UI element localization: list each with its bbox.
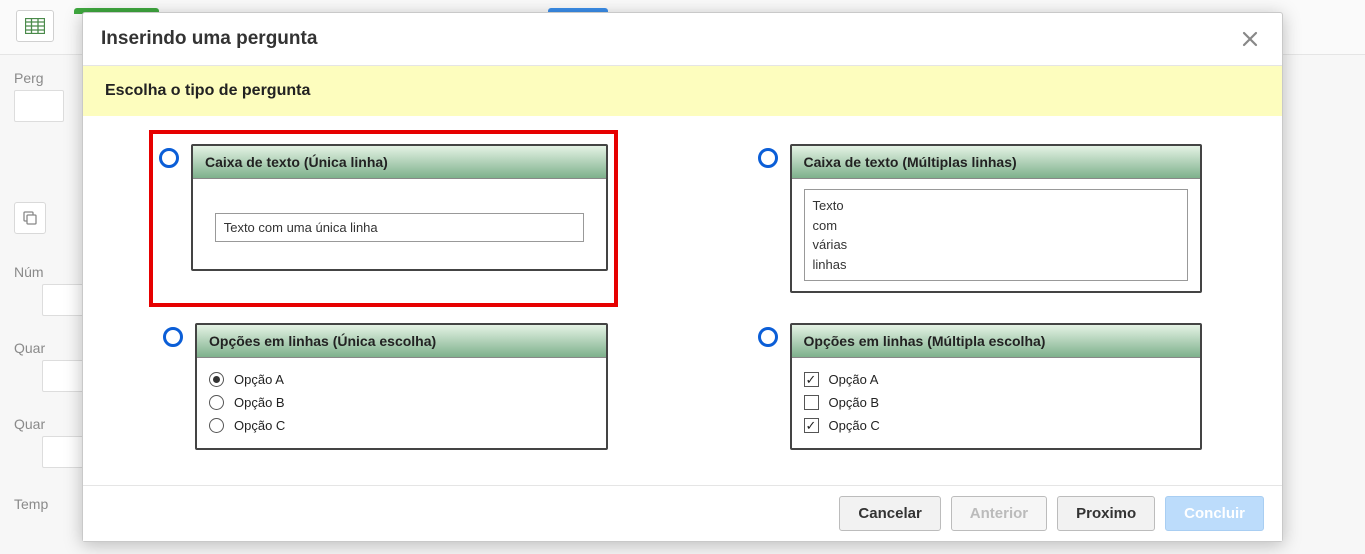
table-icon[interactable]	[16, 10, 54, 42]
question-type-grid: Caixa de texto (Única linha) Caixa de te…	[83, 144, 1282, 450]
sample-radio-row: Opção C	[209, 414, 594, 437]
sample-radio-label: Opção A	[234, 372, 284, 387]
radio-radio-list[interactable]	[163, 327, 183, 347]
modal-title: Inserindo uma pergunta	[101, 28, 317, 50]
sample-checkbox-row: ✓ Opção A	[804, 368, 1189, 391]
previous-button: Anterior	[951, 496, 1047, 531]
bg-label: Perg	[14, 70, 64, 86]
bg-form-labels: Perg	[14, 70, 64, 122]
bg-label: Temp	[14, 496, 48, 512]
bg-label: Quar	[14, 340, 45, 356]
option-single-line[interactable]: Caixa de texto (Única linha)	[159, 144, 608, 271]
card-title: Opções em linhas (Múltipla escolha)	[792, 325, 1201, 358]
bg-label: Núm	[14, 264, 44, 280]
option-checkbox-list[interactable]: Opções em linhas (Múltipla escolha) ✓ Opç…	[758, 323, 1203, 450]
insert-question-modal: Inserindo uma pergunta Escolha o tipo de…	[82, 12, 1283, 542]
preview-multi-line: Caixa de texto (Múltiplas linhas) Texto …	[790, 144, 1203, 293]
modal-footer: Cancelar Anterior Proximo Concluir	[83, 485, 1282, 541]
sample-checkbox-icon: ✓	[804, 418, 819, 433]
sample-checkbox-label: Opção B	[829, 395, 880, 410]
sample-radio-label: Opção C	[234, 418, 285, 433]
radio-multi-line[interactable]	[758, 148, 778, 168]
card-title: Caixa de texto (Única linha)	[193, 146, 606, 179]
card-title: Opções em linhas (Única escolha)	[197, 325, 606, 358]
sample-checkbox-label: Opção A	[829, 372, 879, 387]
modal-body: Escolha o tipo de pergunta Caixa de text…	[83, 66, 1282, 485]
cancel-button[interactable]: Cancelar	[839, 496, 940, 531]
sample-checkbox-row: ✓ Opção C	[804, 414, 1189, 437]
multi-line-sample: Texto com várias linhas	[804, 189, 1189, 281]
preview-checkbox-list: Opções em linhas (Múltipla escolha) ✓ Opç…	[790, 323, 1203, 450]
next-button[interactable]: Proximo	[1057, 496, 1155, 531]
card-title: Caixa de texto (Múltiplas linhas)	[792, 146, 1201, 179]
radio-checkbox-list[interactable]	[758, 327, 778, 347]
sample-radio-icon	[209, 372, 224, 387]
option-multi-line[interactable]: Caixa de texto (Múltiplas linhas) Texto …	[758, 144, 1203, 293]
sample-checkbox-label: Opção C	[829, 418, 880, 433]
bg-input-stub	[14, 90, 64, 122]
bg-label: Quar	[14, 416, 45, 432]
radio-single-line[interactable]	[159, 148, 179, 168]
sample-radio-label: Opção B	[234, 395, 285, 410]
sample-radio-row: Opção B	[209, 391, 594, 414]
modal-header: Inserindo uma pergunta	[83, 13, 1282, 66]
sample-checkbox-icon: ✓	[804, 372, 819, 387]
sample-radio-icon	[209, 395, 224, 410]
sample-checkbox-row: Opção B	[804, 391, 1189, 414]
option-radio-list[interactable]: Opções em linhas (Única escolha) Opção A…	[163, 323, 608, 450]
sample-radio-row: Opção A	[209, 368, 594, 391]
single-line-sample-input	[215, 213, 584, 242]
instruction-banner: Escolha o tipo de pergunta	[83, 66, 1282, 116]
close-icon[interactable]	[1236, 25, 1264, 53]
option-single-line-highlight: Caixa de texto (Única linha)	[149, 130, 618, 307]
preview-single-line: Caixa de texto (Única linha)	[191, 144, 608, 271]
copy-icon[interactable]	[14, 202, 46, 234]
preview-radio-list: Opções em linhas (Única escolha) Opção A…	[195, 323, 608, 450]
finish-button: Concluir	[1165, 496, 1264, 531]
sample-checkbox-icon	[804, 395, 819, 410]
sample-radio-icon	[209, 418, 224, 433]
